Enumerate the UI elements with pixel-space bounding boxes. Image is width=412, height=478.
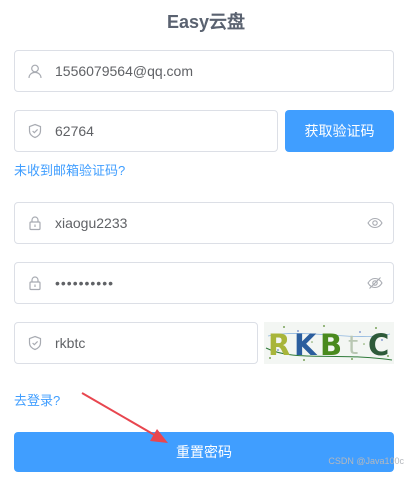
captcha-char-3: B <box>320 328 342 362</box>
email-input[interactable]: 1556079564@qq.com <box>55 63 393 79</box>
captcha-char-2: K <box>294 328 318 362</box>
eye-off-icon[interactable] <box>357 275 393 291</box>
captcha-char-5: C <box>368 328 389 362</box>
email-field[interactable]: 1556079564@qq.com <box>14 50 394 92</box>
login-link[interactable]: 去登录? <box>14 390 60 409</box>
app-title: Easy云盘 <box>166 12 246 32</box>
reset-password-page: Easy云盘 1556079564@qq.com 62764 获取验证码 未收到… <box>0 0 412 478</box>
password-field[interactable]: xiaogu2233 <box>14 202 394 244</box>
captcha-image[interactable]: R K B t C <box>264 322 394 364</box>
shield-icon <box>15 335 55 351</box>
captcha-char-1: R <box>268 328 290 362</box>
captcha-field[interactable]: rkbtc <box>14 322 258 364</box>
reset-password-button[interactable]: 重置密码 <box>14 432 394 472</box>
get-code-button[interactable]: 获取验证码 <box>285 110 394 152</box>
captcha-input[interactable]: rkbtc <box>55 335 257 351</box>
password-input[interactable]: xiaogu2233 <box>55 215 357 231</box>
confirm-password-field[interactable]: •••••••••• <box>14 262 394 304</box>
verify-code-input[interactable]: 62764 <box>55 123 277 139</box>
confirm-password-input[interactable]: •••••••••• <box>55 275 357 291</box>
no-code-link[interactable]: 未收到邮箱验证码? <box>14 160 125 179</box>
captcha-char-4: t <box>348 331 358 361</box>
shield-icon <box>15 123 55 139</box>
verify-code-field[interactable]: 62764 <box>14 110 278 152</box>
lock-icon <box>15 275 55 291</box>
watermark: CSDN @Java100c <box>328 456 404 466</box>
eye-icon[interactable] <box>357 215 393 231</box>
lock-icon <box>15 215 55 231</box>
user-icon <box>15 63 55 79</box>
